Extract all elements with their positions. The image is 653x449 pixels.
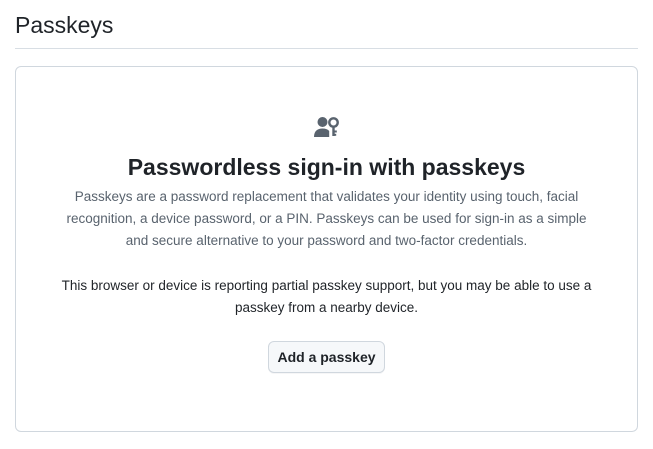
blankslate-description: Passkeys are a password replacement that… bbox=[66, 189, 587, 248]
passkeys-blankslate: Passwordless sign-in with passkeys Passk… bbox=[15, 66, 638, 432]
page-header: Passkeys bbox=[15, 0, 638, 49]
page-title: Passkeys bbox=[15, 12, 114, 38]
add-passkey-button[interactable]: Add a passkey bbox=[268, 341, 385, 373]
passkey-icon bbox=[314, 116, 340, 138]
blankslate-heading: Passwordless sign-in with passkeys bbox=[127, 154, 526, 180]
partial-support-note: This browser or device is reporting part… bbox=[61, 278, 592, 315]
